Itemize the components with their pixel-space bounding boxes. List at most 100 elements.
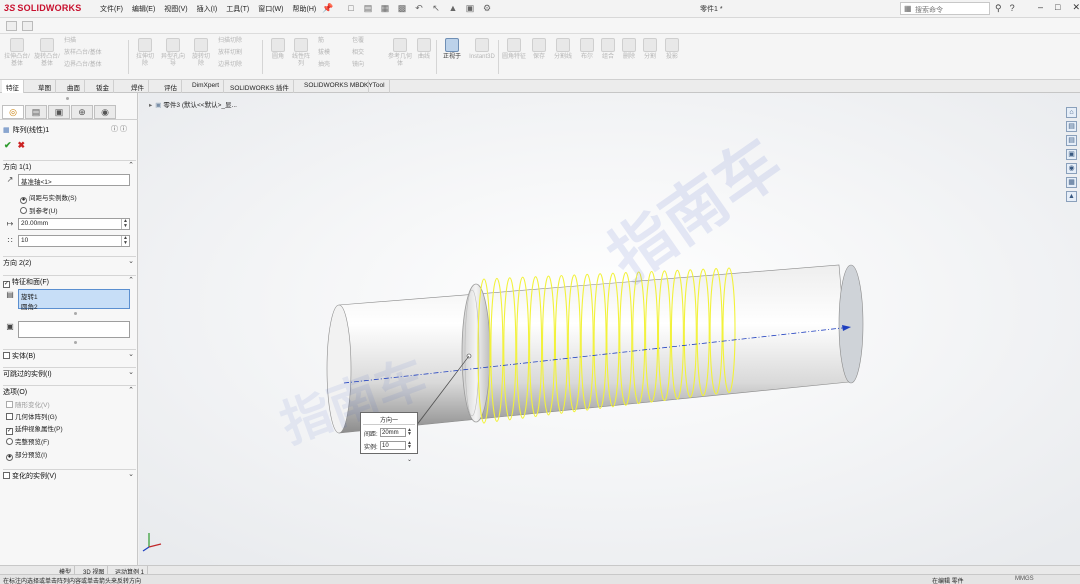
swept-cut-button[interactable]: 扫描切除 [218, 38, 262, 45]
features-to-pattern-list[interactable]: 旋转1 圆角2 [18, 289, 130, 311]
chevron-down-icon[interactable]: ⌄ [128, 257, 134, 265]
split-line-button[interactable]: 分割线 [552, 38, 574, 61]
list-resize-grip[interactable] [74, 341, 77, 344]
file-properties-icon[interactable]: ▣ [464, 3, 476, 14]
tab-solidworks-addins[interactable]: SOLIDWORKS 插件 [226, 80, 294, 93]
custom-properties-icon[interactable]: ▦ [1066, 177, 1077, 188]
cancel-x-button[interactable]: ✖ [18, 140, 26, 150]
select-arrow-icon[interactable]: ↖ [430, 3, 442, 14]
mini-toolbar-icon[interactable] [22, 21, 33, 31]
lofted-cut-button[interactable]: 放样切割 [218, 50, 262, 57]
instances-stepper[interactable]: ▲ ▼ [121, 236, 129, 246]
tab-evaluate[interactable]: 评估 [160, 80, 182, 93]
menu-help[interactable]: 帮助(H) [292, 4, 316, 14]
boundary-cut-button[interactable]: 边界切除 [218, 62, 262, 69]
reference-geometry-button[interactable]: 参考几何体 [388, 38, 412, 68]
curves-button[interactable]: 曲线 [414, 38, 434, 61]
extrude-cut-button[interactable]: 拉伸切除 [134, 38, 156, 68]
list-item[interactable]: 圆角2 [21, 301, 127, 311]
options-header[interactable]: 选项(O) ⌃ [3, 385, 136, 396]
question-circle-icon[interactable]: ⓘ [120, 126, 127, 133]
tab-sheet-metal[interactable]: 钣金 [92, 80, 114, 93]
callout-expand-icon[interactable]: ⌄ [407, 456, 412, 463]
close-icon[interactable]: ✕ [1072, 2, 1080, 13]
tab-kytool[interactable]: KYTool [360, 80, 390, 93]
spacing-input[interactable]: 20.00mm ▲ ▼ [18, 218, 130, 230]
open-folder-icon[interactable]: ▤ [362, 3, 374, 14]
solidworks-logo[interactable]: 3S SOLIDWORKS [4, 3, 81, 13]
menu-tools[interactable]: 工具(T) [226, 4, 249, 14]
full-preview-radio[interactable]: 完整预览(F) [6, 436, 49, 446]
fillet-button[interactable]: 圆角 [268, 38, 288, 61]
split-button[interactable]: 分割 [641, 38, 659, 61]
minimize-icon[interactable]: – [1038, 2, 1043, 13]
boolean-button[interactable]: 布尔 [578, 38, 596, 61]
menu-view[interactable]: 视图(V) [164, 4, 187, 14]
status-unit-system[interactable]: MMGS [1015, 576, 1034, 582]
search-magnifier-icon[interactable]: ⚲ [995, 3, 1002, 14]
ok-check-button[interactable]: ✔ [4, 140, 12, 150]
chevron-down-icon[interactable]: ⌄ [128, 368, 134, 376]
help-button[interactable]: ? [1010, 3, 1015, 14]
new-document-icon[interactable]: □ [345, 3, 357, 14]
tab-weldments[interactable]: 焊件 [127, 80, 149, 93]
direction2-header[interactable]: 方向 2(2) ⌄ [3, 256, 136, 267]
featuremanager-flyout-tree[interactable]: ▸ ▣ 零件3 (默认<<默认>_显... [149, 99, 237, 109]
loft-button[interactable]: 放样凸台/基体 [64, 50, 108, 57]
list-item[interactable]: 旋转1 [21, 291, 127, 301]
option-up-to-reference[interactable]: 到参考(U) [20, 205, 58, 215]
normal-to-button[interactable]: 正视于 [440, 38, 464, 61]
expand-arrow-icon[interactable]: ▸ [149, 102, 152, 109]
featuremanager-tree-icon[interactable]: ◎ [2, 105, 24, 119]
menu-edit[interactable]: 编辑(E) [132, 4, 155, 14]
instances-to-vary-checkbox[interactable] [3, 472, 12, 480]
rib-button[interactable]: 筋 [318, 38, 348, 45]
callout-instances-input[interactable]: 10 [380, 441, 406, 450]
reverse-direction-icon[interactable]: ↗ [4, 174, 16, 186]
faces-to-pattern-list[interactable] [18, 321, 130, 338]
boundary-boss-button[interactable]: 边界凸台/基体 [64, 62, 108, 69]
save-body-button[interactable]: 保存 [530, 38, 548, 61]
file-explorer-icon[interactable]: ▤ [1066, 135, 1077, 146]
wrap-button[interactable]: 包覆 [352, 38, 382, 45]
revolve-ring-feature[interactable] [461, 283, 491, 423]
rebuild-icon[interactable]: ▲ [447, 3, 459, 14]
tab-solidworks-mbd[interactable]: SOLIDWORKS MBD [300, 80, 370, 93]
tab-sketch[interactable]: 草图 [34, 80, 56, 93]
revolve-boss-button[interactable]: 旋转凸台/基体 [34, 38, 60, 68]
option-spacing-instances[interactable]: ● 间距与实例数(S) [20, 192, 77, 204]
undo-icon[interactable]: ↶ [413, 3, 425, 14]
instant3d-button[interactable]: Instant3D [468, 38, 496, 61]
combine-button[interactable]: 组合 [599, 38, 617, 61]
propertymanager-icon[interactable]: ▤ [25, 105, 47, 119]
revolve-cut-button[interactable]: 旋转切除 [190, 38, 212, 68]
draft-button[interactable]: 拔模 [318, 50, 348, 57]
graphics-area[interactable]: 指南车 指南车 ▸▣零件3 (默认<<默认>_显... ⚲ ⚲ ↶ ▦ ▣ ■ … [139, 93, 1080, 565]
geometry-pattern-checkbox[interactable]: 几何体阵列(G) [6, 411, 57, 421]
instances-to-vary-header[interactable]: 变化的实例(V) ⌄ [3, 469, 136, 480]
chevron-down-icon[interactable]: ⌄ [128, 470, 134, 478]
save-icon[interactable]: ▦ [379, 3, 391, 14]
sketch-toolbar-icon[interactable] [6, 21, 17, 31]
callout-spacing-input[interactable]: 20mm [380, 428, 406, 437]
chevron-up-icon[interactable]: ⌃ [128, 161, 134, 169]
model-scene[interactable]: 指南车 指南车 [139, 93, 1080, 565]
solidworks-resources-icon[interactable]: ⌂ [1066, 107, 1077, 118]
direction1-header[interactable]: 方向 1(1) ⌃ [3, 160, 136, 171]
intersect-button[interactable]: 相交 [352, 50, 382, 57]
extrude-boss-button[interactable]: 拉伸凸台/基体 [4, 38, 30, 68]
view-palette-icon[interactable]: ▣ [1066, 149, 1077, 160]
list-resize-grip[interactable] [74, 312, 77, 315]
configurationmanager-icon[interactable]: ▣ [48, 105, 70, 119]
pattern-callout[interactable]: 方向一 间距: 20mm ▲ ▼ 实例: 10 ▲ ▼ [360, 412, 418, 454]
instances-to-skip-header[interactable]: 可跳过的实例(I) ⌄ [3, 367, 136, 378]
search-commands-input[interactable]: ▦ 搜索命令 [900, 2, 990, 15]
cylinder-end-cap[interactable] [838, 264, 864, 384]
design-library-icon[interactable]: ▤ [1066, 121, 1077, 132]
delete-body-button[interactable]: 删除 [620, 38, 638, 61]
bodies-checkbox[interactable] [3, 352, 12, 360]
help-circle-icon[interactable]: ⓘ [111, 126, 118, 133]
direction1-reference-field[interactable]: 基准轴<1> [18, 174, 130, 186]
instances-input[interactable]: 10 ▲ ▼ [18, 235, 130, 247]
chevron-down-icon[interactable]: ⌄ [128, 350, 134, 358]
